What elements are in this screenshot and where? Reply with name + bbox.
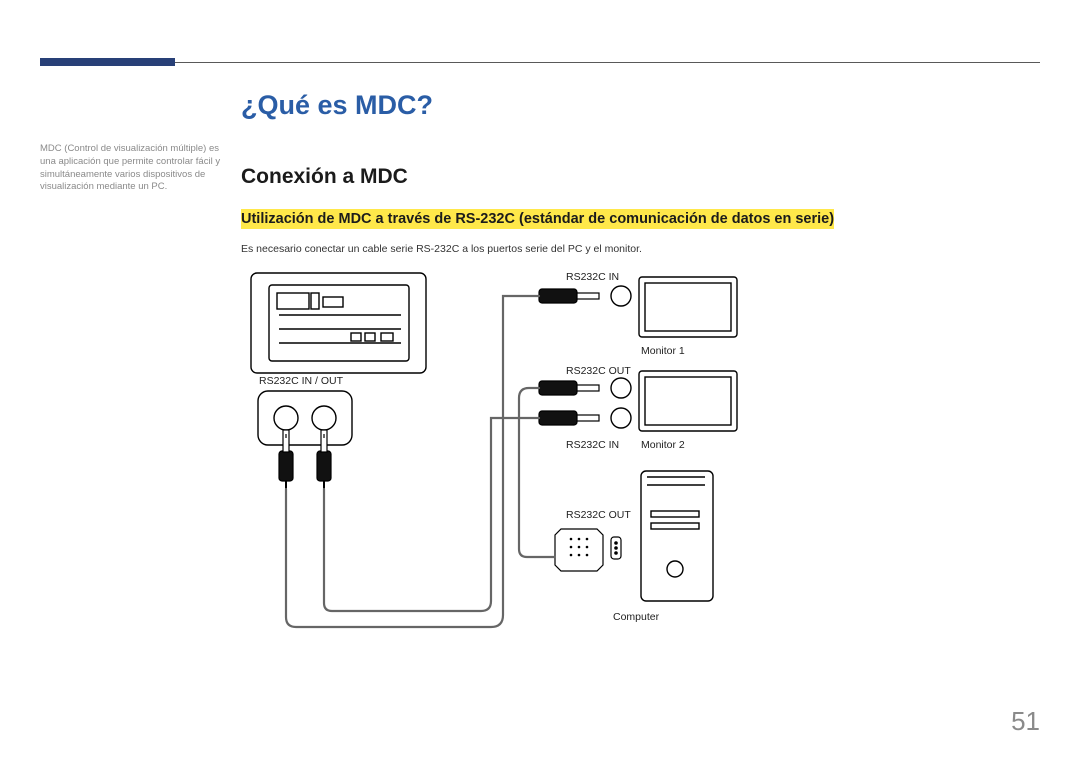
main-content: ¿Qué es MDC? Conexión a MDC Utilización … [241, 90, 1040, 651]
page-title: ¿Qué es MDC? [241, 90, 1040, 121]
serial-connector [555, 529, 621, 571]
device-back-panel [251, 273, 426, 373]
sidebar-note: MDC (Control de visualización múltiple) … [40, 143, 235, 194]
header-accent-bar [40, 58, 175, 66]
monitor1-outline [639, 277, 737, 337]
subsection-heading: Utilización de MDC a través de RS-232C (… [241, 209, 834, 229]
computer-tower [641, 471, 713, 601]
monitor2-outline [639, 371, 737, 431]
jack-left-2 [317, 430, 331, 489]
header-rule [40, 62, 1040, 63]
diagram-svg [241, 271, 941, 651]
section-heading: Conexión a MDC [241, 165, 1040, 189]
connection-diagram: RS232C IN / OUT RS232C IN Monitor 1 RS23… [241, 271, 941, 651]
port-box-left [258, 391, 352, 445]
jack-right-in1 [539, 286, 631, 306]
jack-left-1 [279, 430, 293, 489]
page-number: 51 [1011, 706, 1040, 737]
jack-right-out1 [539, 378, 631, 398]
body-paragraph: Es necesario conectar un cable serie RS-… [241, 243, 1040, 255]
jack-right-in2 [539, 408, 631, 428]
